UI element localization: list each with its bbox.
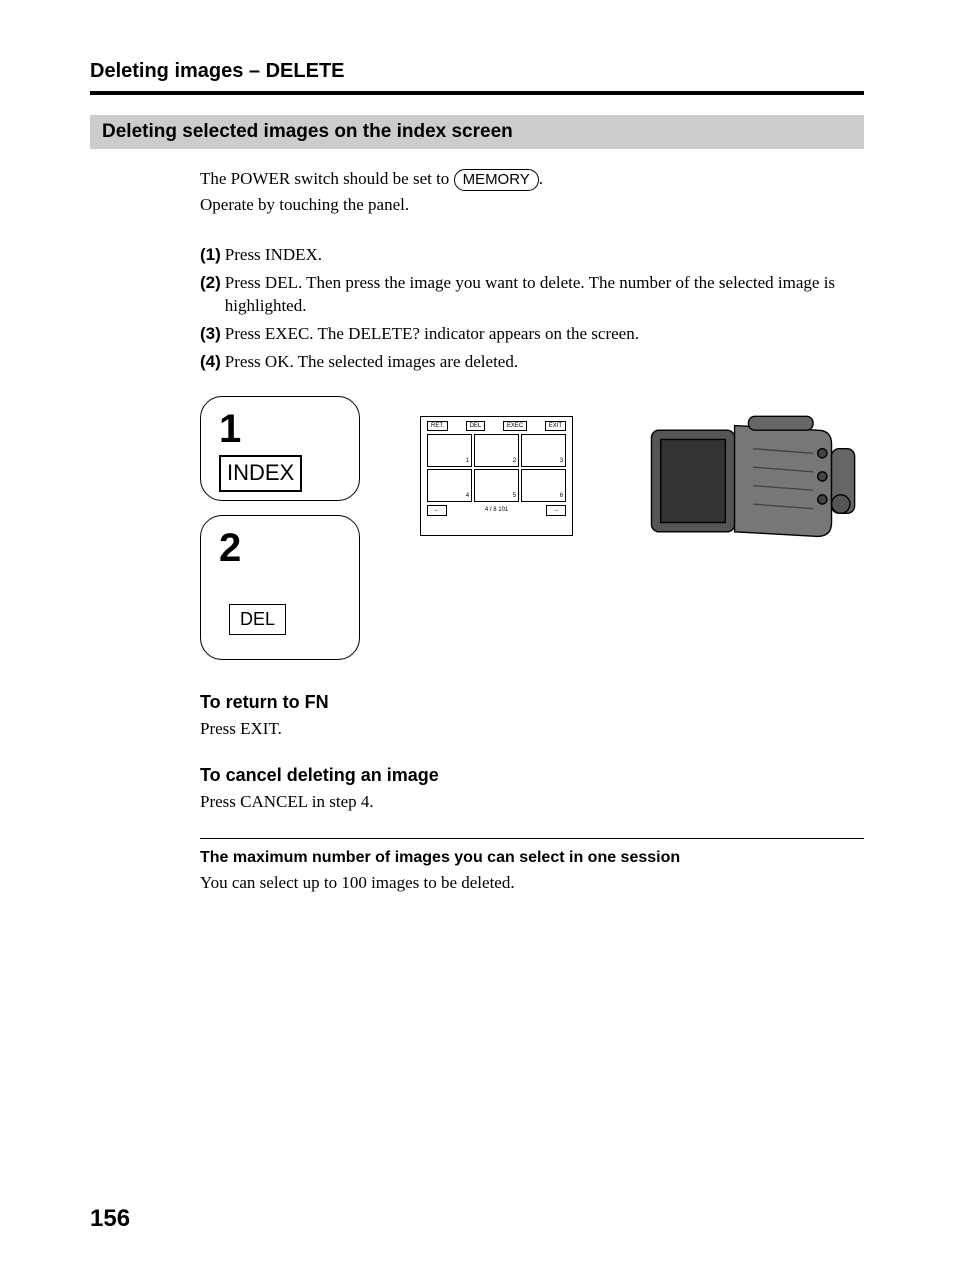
thumb-cell: 3: [521, 434, 566, 467]
cancel-heading: To cancel deleting an image: [200, 763, 864, 788]
thumb-cell: 5: [474, 469, 519, 502]
del-button: DEL: [466, 421, 486, 431]
step-num: (1): [200, 243, 221, 267]
step-num: (4): [200, 350, 221, 374]
step-text: Press EXEC. The DELETE? indicator appear…: [225, 322, 639, 346]
panel-1-number: 1: [219, 409, 331, 449]
camcorder-illustration: [633, 396, 864, 566]
figure-area: 1 INDEX 2 DEL RET. DEL EXEC EXIT 1 2 3 4…: [200, 396, 864, 660]
note-heading: The maximum number of images you can sel…: [200, 847, 864, 869]
page-number: 156: [90, 1205, 130, 1233]
section-heading: Deleting selected images on the index sc…: [90, 115, 864, 149]
step-text: Press INDEX.: [225, 243, 322, 267]
step-text: Press DEL. Then press the image you want…: [225, 271, 864, 319]
step-num: (2): [200, 271, 221, 319]
intro-line-2: Operate by touching the panel.: [200, 193, 864, 217]
left-panels: 1 INDEX 2 DEL: [200, 396, 360, 660]
note-text: You can select up to 100 images to be de…: [200, 871, 864, 895]
counter-text: 4 / 8 101: [485, 506, 508, 514]
step-num: (3): [200, 322, 221, 346]
del-button-label: DEL: [229, 604, 286, 635]
exec-button: EXEC: [503, 421, 527, 431]
thumb-cell: 2: [474, 434, 519, 467]
return-fn-heading: To return to FN: [200, 690, 864, 715]
return-fn-text: Press EXIT.: [200, 717, 864, 741]
ret-button: RET.: [427, 421, 448, 431]
step-2: (2) Press DEL. Then press the image you …: [200, 271, 864, 319]
panel-2: 2 DEL: [200, 515, 360, 660]
body-content: The POWER switch should be set to MEMORY…: [200, 167, 864, 895]
right-arrow-icon: →: [546, 505, 566, 515]
intro-post: .: [539, 169, 543, 188]
thumb-cell: 4: [427, 469, 472, 502]
page-header: Deleting images – DELETE: [90, 60, 864, 95]
screen-bottom: ← 4 / 8 101 →: [425, 505, 568, 515]
exit-button: EXIT: [545, 421, 566, 431]
step-4: (4) Press OK. The selected images are de…: [200, 350, 864, 374]
intro-line-1: The POWER switch should be set to MEMORY…: [200, 167, 864, 191]
thumb-cell: 1: [427, 434, 472, 467]
panel-2-number: 2: [219, 528, 331, 568]
step-3: (3) Press EXEC. The DELETE? indicator ap…: [200, 322, 864, 346]
left-arrow-icon: ←: [427, 505, 447, 515]
divider: [200, 838, 864, 839]
screen-top-buttons: RET. DEL EXEC EXIT: [425, 421, 568, 431]
thumb-cell: 6: [521, 469, 566, 502]
panel-1: 1 INDEX: [200, 396, 360, 501]
step-1: (1) Press INDEX.: [200, 243, 864, 267]
thumbnail-grid: 1 2 3 4 5 6: [425, 434, 568, 502]
step-text: Press OK. The selected images are delete…: [225, 350, 518, 374]
steps-list: (1) Press INDEX. (2) Press DEL. Then pre…: [200, 243, 864, 374]
memory-pill: MEMORY: [454, 169, 539, 191]
intro-pre: The POWER switch should be set to: [200, 169, 454, 188]
index-button-label: INDEX: [219, 455, 302, 492]
camera-screen: RET. DEL EXEC EXIT 1 2 3 4 5 6 ← 4 / 8 1…: [420, 416, 573, 536]
cancel-text: Press CANCEL in step 4.: [200, 790, 864, 814]
